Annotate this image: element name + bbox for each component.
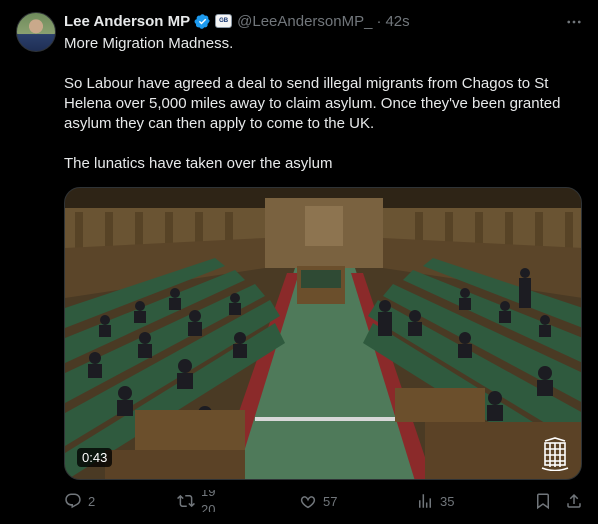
heart-icon xyxy=(300,496,316,509)
bar-chart-icon xyxy=(419,494,431,508)
timestamp[interactable]: 42s xyxy=(385,13,409,30)
reply-count: 2 xyxy=(88,493,96,509)
share-button[interactable] xyxy=(565,490,583,512)
author-handle[interactable]: @LeeAndersonMP_ xyxy=(237,13,372,30)
tweet-paragraph: So Labour have agreed a deal to send ill… xyxy=(64,75,561,132)
repost-count-rolling: 19 20 xyxy=(201,490,219,512)
like-button[interactable]: 57 xyxy=(299,490,337,512)
tweet-header: Lee Anderson MP GB @LeeAndersonMP_ · 42s xyxy=(64,11,410,31)
video-duration: 0:43 xyxy=(77,448,113,467)
video-frame-commons-chamber xyxy=(65,188,581,479)
author-avatar[interactable] xyxy=(16,12,56,52)
affiliation-badge[interactable]: GB xyxy=(215,14,233,28)
bookmark-icon xyxy=(537,493,549,510)
repost-count-current: 20 xyxy=(201,502,216,512)
repost-arrows-icon xyxy=(177,494,195,508)
repost-count-previous: 19 xyxy=(201,490,216,499)
tweet-card[interactable]: Lee Anderson MP GB @LeeAndersonMP_ · 42s… xyxy=(0,0,598,524)
share-upload-icon xyxy=(567,493,581,508)
reply-bubble-icon xyxy=(65,493,81,509)
bookmark-button[interactable] xyxy=(534,490,552,512)
reply-button[interactable]: 2 xyxy=(64,490,95,512)
action-bar: 2 19 20 57 35 xyxy=(64,490,586,512)
video-player[interactable]: 0:43 xyxy=(64,187,582,480)
portcullis-logo-icon xyxy=(541,437,569,471)
more-options-button[interactable] xyxy=(564,12,584,32)
author-display-name[interactable]: Lee Anderson MP xyxy=(64,13,190,30)
repost-button[interactable]: 19 20 xyxy=(177,490,219,512)
verified-badge-icon[interactable] xyxy=(194,13,211,30)
views-button[interactable]: 35 xyxy=(416,490,454,512)
tweet-paragraph: More Migration Madness. xyxy=(64,35,234,52)
like-count: 57 xyxy=(323,493,338,509)
views-count: 35 xyxy=(440,493,455,509)
tweet-text: More Migration Madness. So Labour have a… xyxy=(64,34,584,174)
separator-dot: · xyxy=(376,12,382,30)
tweet-paragraph: The lunatics have taken over the asylum xyxy=(64,155,333,172)
more-dots-icon xyxy=(567,20,581,24)
